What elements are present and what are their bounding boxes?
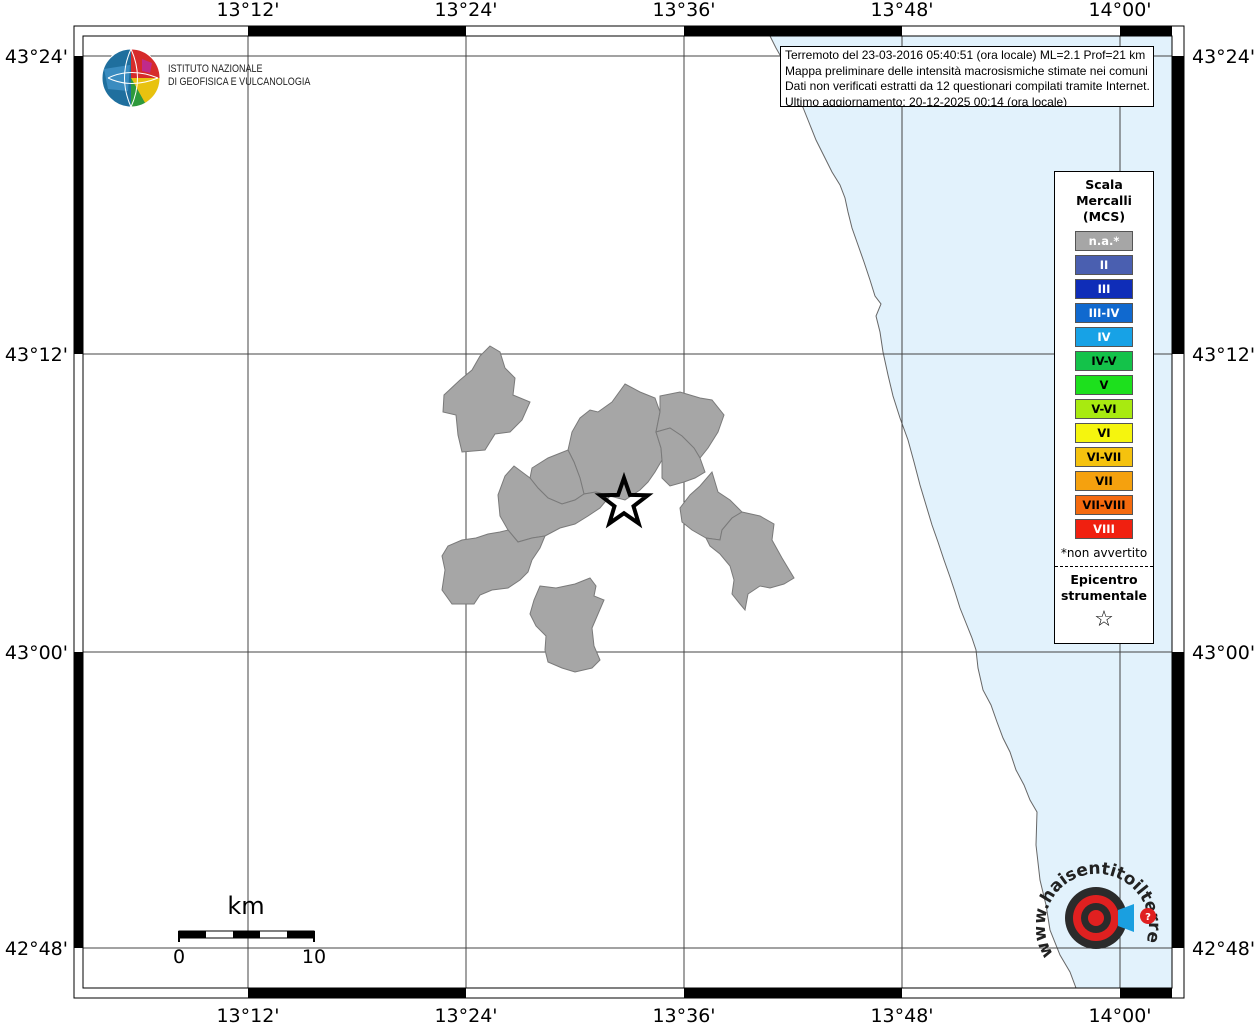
- legend-swatch: V: [1075, 375, 1133, 395]
- legend-title-line: Mercalli: [1076, 193, 1132, 208]
- lon-tick-label: 14°00': [1088, 0, 1151, 21]
- event-info-line: Terremoto del 23-03-2016 05:40:51 (ora l…: [785, 48, 1146, 62]
- lat-labels-left: 43°24' 43°12' 43°00' 42°48': [5, 46, 68, 960]
- lon-tick-label: 13°12': [216, 1005, 279, 1024]
- municipality-area: [529, 577, 605, 673]
- event-info-box: Terremoto del 23-03-2016 05:40:51 (ora l…: [780, 46, 1154, 107]
- legend-title-line: Scala: [1085, 177, 1123, 192]
- legend-title: Scala Mercalli (MCS): [1055, 177, 1153, 225]
- legend-epicenter-line: strumentale: [1060, 588, 1148, 603]
- municipality-area: [567, 383, 663, 501]
- globe-icon: [101, 48, 161, 108]
- lon-labels-bottom: 13°12' 13°24' 13°36' 13°48' 14°00': [216, 1005, 1151, 1024]
- legend-swatch: VII-VIII: [1075, 495, 1133, 515]
- legend-swatch: VI: [1075, 423, 1133, 443]
- legend-divider: [1055, 566, 1153, 567]
- star-icon: ☆: [1094, 607, 1114, 632]
- ingv-name-line2: DI GEOFISICA E VULCANOLOGIA: [168, 76, 311, 88]
- svg-text:?: ?: [1145, 912, 1151, 923]
- legend-epicenter-label: Epicentro strumentale: [1055, 572, 1153, 604]
- lat-tick-label: 42°48': [1192, 938, 1255, 960]
- legend-swatch: III: [1075, 279, 1133, 299]
- legend-swatch: VII: [1075, 471, 1133, 491]
- lon-tick-label: 13°36': [652, 0, 715, 21]
- event-info-line: Mappa preliminare delle intensità macros…: [785, 63, 1148, 78]
- scale-bar: km 0 10: [173, 892, 326, 968]
- lat-tick-label: 43°00': [5, 642, 68, 664]
- legend-swatch: VI-VII: [1075, 447, 1133, 467]
- lat-tick-label: 42°48': [5, 938, 68, 960]
- lon-tick-label: 13°12': [216, 0, 279, 21]
- legend-swatch: IV-V: [1075, 351, 1133, 371]
- scale-min: 0: [173, 946, 185, 968]
- lat-tick-label: 43°24': [1192, 46, 1255, 68]
- scale-max: 10: [302, 946, 326, 968]
- lat-tick-label: 43°12': [1192, 344, 1255, 366]
- felt-municipalities: [441, 345, 795, 673]
- event-info-line: Ultimo aggiornamento: 20-12-2025 00:14 (…: [785, 94, 1068, 107]
- legend-note: *non avvertito: [1060, 546, 1148, 560]
- legend-epicenter-line: Epicentro: [1070, 572, 1138, 587]
- legend-swatch: II: [1075, 255, 1133, 275]
- lat-labels-right: 43°24' 43°12' 43°00' 42°48': [1192, 46, 1255, 960]
- hsit-logo: www.haisentitoilterremoto.it ?: [1036, 858, 1164, 961]
- lon-tick-label: 13°36': [652, 1005, 715, 1024]
- legend-swatch: n.a.*: [1075, 231, 1133, 251]
- lat-tick-label: 43°24': [5, 46, 68, 68]
- event-info-line: Dati non verificati estratti da 12 quest…: [785, 79, 1150, 93]
- legend-swatch: VIII: [1075, 519, 1133, 539]
- legend-swatch: IV: [1075, 327, 1133, 347]
- municipality-area: [441, 529, 546, 605]
- mcs-legend: Scala Mercalli (MCS) n.a.* II III III-IV IV I…: [1054, 171, 1154, 644]
- lon-tick-label: 13°48': [870, 0, 933, 21]
- lon-tick-label: 13°48': [870, 1005, 933, 1024]
- lon-tick-label: 14°00': [1088, 1005, 1151, 1024]
- lon-tick-label: 13°24': [434, 1005, 497, 1024]
- legend-swatch: V-VI: [1075, 399, 1133, 419]
- lat-tick-label: 43°00': [1192, 642, 1255, 664]
- scale-unit: km: [227, 892, 264, 920]
- legend-title-line: (MCS): [1082, 209, 1126, 224]
- legend-swatch: III-IV: [1075, 303, 1133, 323]
- lon-labels-top: 13°12' 13°24' 13°36' 13°48' 14°00': [216, 0, 1151, 21]
- ingv-name-line1: ISTITUTO NAZIONALE: [168, 63, 263, 75]
- lon-tick-label: 13°24': [434, 0, 497, 21]
- municipality-area: [442, 345, 531, 453]
- lat-tick-label: 43°12': [5, 344, 68, 366]
- ingv-logo: ISTITUTO NAZIONALE DI GEOFISICA E VULCAN…: [100, 47, 320, 109]
- legend-items: n.a.* II III III-IV IV IV-V V V-VI VI VI-VII VII VI…: [1055, 231, 1153, 539]
